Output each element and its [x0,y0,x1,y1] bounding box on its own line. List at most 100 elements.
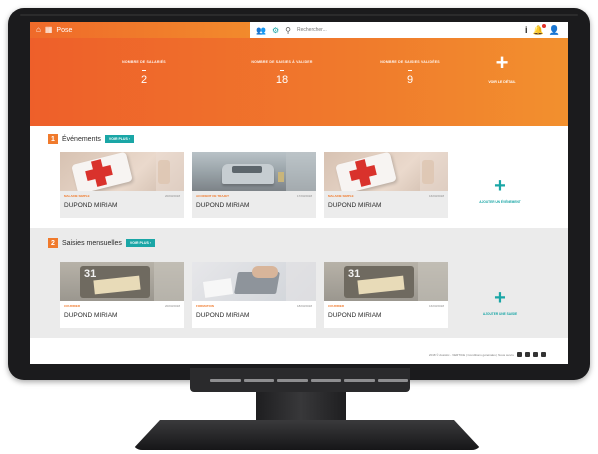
plus-icon: + [494,175,506,197]
view-detail-label: Voir le détail [488,80,516,84]
mailbox-image: 31 [324,262,448,301]
medical-kit-image [324,152,448,191]
add-event-button[interactable]: + Ajouter un événement [460,176,540,204]
monthly-entries-cards: 31 Courrier 20/03/2018 DUPOND MIRIAM [60,262,448,328]
card-meta: Courrier 20/03/2018 [60,301,184,308]
section-title: Événements [62,135,101,143]
footer-links: 2018 © Assistic - VERTICE | Conditions g… [429,352,546,357]
image-blur [156,152,184,191]
search-icon[interactable]: ⚲ [285,26,291,35]
card-category: Maladie simple [64,194,90,198]
stat-value: 18 [275,74,289,86]
indicator-segment [277,379,308,382]
view-detail-button[interactable]: + Voir le détail [462,50,542,85]
users-icon[interactable]: 👥 [256,26,266,35]
stat-label: Nombre de saisies à valider [251,60,313,64]
image-blur [420,152,448,191]
house-number: 31 [84,268,97,280]
paper-shape [203,278,233,298]
stat-label: Nombre de saisies validées [380,60,440,64]
section-number: 2 [48,238,58,248]
facebook-icon[interactable] [517,352,522,357]
stat-employees: Nombre de salariés 2 [84,60,204,86]
notification-icon[interactable]: 🔔 [533,23,546,36]
car-window [232,166,262,173]
indicator-segment [310,379,341,382]
monthly-entries-header: 2 Saisies mensuelles Voir plus › [48,238,155,248]
card-category: Courrier [64,304,81,308]
card-category: Accident de trajet [196,194,230,198]
car-accident-image [192,152,316,191]
card-meta: Accident de trajet 17/03/2018 [192,191,316,198]
app-screen: ⌂ ▦ Pose 👥 ⚙ ⚲ i 🔔 👤 Nombre de salariés … [30,22,568,364]
event-card[interactable]: Accident de trajet 17/03/2018 DUPOND MIR… [192,152,316,218]
section-title: Saisies mensuelles [62,239,122,247]
stat-value: 9 [406,74,414,86]
top-bar: ⌂ ▦ Pose 👥 ⚙ ⚲ i 🔔 👤 [30,22,568,38]
card-category: Formation [196,304,214,308]
card-employee-name: DUPOND MIRIAM [196,202,250,209]
image-blur [286,262,316,301]
event-card[interactable]: Maladie simple 16/03/2018 DUPOND MIRIAM [324,152,448,218]
plus-icon: + [495,50,509,75]
twitter-icon[interactable] [525,352,530,357]
info-icon[interactable]: i [525,25,528,35]
entry-card[interactable]: 31 Courrier 16/03/2018 DUPOND MIRIAM [324,262,448,328]
add-event-label: Ajouter un événement [479,200,521,204]
card-date: 16/03/2018 [428,304,444,308]
card-employee-name: DUPOND MIRIAM [64,202,118,209]
add-entry-button[interactable]: + Ajouter une saisie [460,288,540,316]
grid-icon[interactable]: ▦ [45,26,53,34]
user-icon[interactable]: 👤 [549,25,560,36]
monthly-entries-section: 2 Saisies mensuelles Voir plus › 31 Cour… [30,228,568,338]
card-employee-name: DUPOND MIRIAM [196,312,250,319]
add-entry-label: Ajouter une saisie [482,312,518,316]
card-meta: Formation 18/03/2018 [192,301,316,308]
indicator-segment [243,379,274,382]
laptop-image [192,262,316,301]
entry-card[interactable]: Formation 18/03/2018 DUPOND MIRIAM [192,262,316,328]
card-employee-name: DUPOND MIRIAM [64,312,118,319]
card-category: Courrier [328,304,345,308]
stat-value: 2 [140,74,148,86]
see-more-label: Voir plus [108,137,128,141]
hand-shape [252,266,278,278]
monitor-base [132,420,482,450]
indicator-segment [377,379,408,382]
plus-icon: + [494,287,506,309]
image-blur [286,152,316,191]
card-meta: Courrier 16/03/2018 [324,301,448,308]
mailbox-image: 31 [60,262,184,301]
cone-shape [278,172,284,182]
event-card[interactable]: Maladie simple 20/03/2018 DUPOND MIRIAM [60,152,184,218]
section-number: 1 [48,134,58,144]
bezel-highlight [20,14,578,16]
stat-pending: Nombre de saisies à valider 18 [222,60,342,86]
footer-text[interactable]: 2018 © Assistic - VERTICE | Conditions g… [429,353,514,357]
indicator-segment [344,379,375,382]
footer: 2018 © Assistic - VERTICE | Conditions g… [30,338,568,364]
monitor-frame: ⌂ ▦ Pose 👥 ⚙ ⚲ i 🔔 👤 Nombre de salariés … [8,8,590,380]
see-more-button[interactable]: Voir plus › [125,239,155,247]
stat-validated: Nombre de saisies validées 9 [350,60,470,86]
stats-hero: Nombre de salariés 2 Nombre de saisies à… [30,38,568,126]
gear-icon[interactable]: ⚙ [272,26,279,35]
brand-bar: ⌂ ▦ Pose [30,22,250,38]
card-employee-name: DUPOND MIRIAM [328,312,382,319]
stat-divider [142,70,146,71]
card-date: 18/03/2018 [296,304,312,308]
brand-name[interactable]: Pose [56,27,72,34]
card-meta: Maladie simple 16/03/2018 [324,191,448,198]
card-date: 20/03/2018 [164,304,180,308]
events-cards: Maladie simple 20/03/2018 DUPOND MIRIAM … [60,152,448,218]
home-icon[interactable]: ⌂ [36,26,41,34]
see-more-button[interactable]: Voir plus › [104,135,134,143]
card-category: Maladie simple [328,194,354,198]
notification-dot [541,23,546,28]
linkedin-icon[interactable] [533,352,538,357]
entry-card[interactable]: 31 Courrier 20/03/2018 DUPOND MIRIAM [60,262,184,328]
youtube-icon[interactable] [541,352,546,357]
see-more-label: Voir plus [129,241,149,245]
search-input[interactable] [297,27,417,33]
stat-divider [408,70,412,71]
